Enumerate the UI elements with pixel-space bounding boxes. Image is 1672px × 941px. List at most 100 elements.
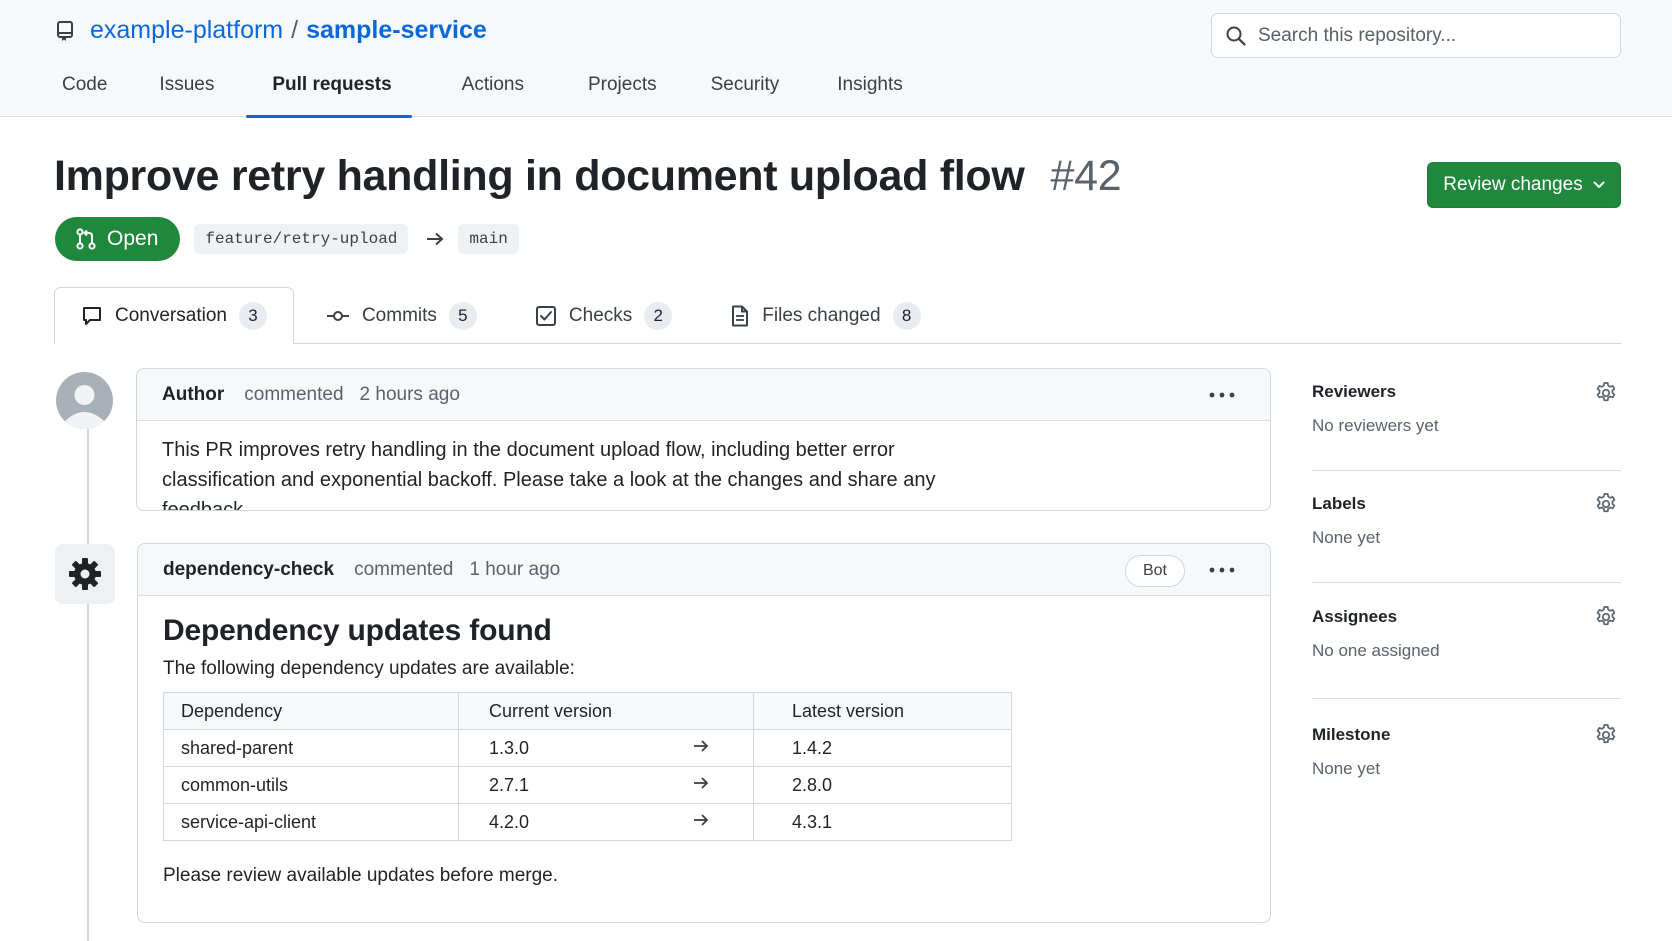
sidebar-section-title: Labels	[1312, 494, 1366, 513]
pr-sidebar: Reviewers No reviewers yet Labels None y…	[1312, 372, 1621, 779]
chevron-down-icon	[1593, 181, 1605, 189]
current-version: 1.3.0	[458, 729, 754, 767]
tab-conversation-label: Conversation	[115, 305, 227, 326]
arrow-right-icon	[426, 232, 444, 246]
pr-tabs: Conversation 3 Commits 5 Checks 2 Files …	[54, 287, 1621, 345]
comment-author: Author commented 2 hours ago This PR imp…	[136, 368, 1271, 511]
sidebar-section-value: No reviewers yet	[1312, 416, 1439, 435]
sidebar-section-value: No one assigned	[1312, 641, 1440, 660]
search-input[interactable]	[1258, 24, 1598, 47]
file-icon	[732, 305, 749, 326]
tab-checks-label: Checks	[568, 304, 633, 326]
latest-version: 1.4.2	[753, 729, 1012, 767]
comment-action: commented	[354, 558, 454, 580]
repo-name-link[interactable]: sample-service	[306, 16, 487, 45]
gear-icon	[69, 558, 101, 590]
sidebar-section-value: None yet	[1312, 528, 1381, 547]
table-row: service-api-client 4.2.0 4.3.1	[163, 803, 1012, 841]
table-header: Dependency	[163, 692, 459, 730]
comment-icon	[83, 307, 101, 325]
repo-breadcrumb: example-platform / sample-service	[56, 16, 487, 45]
pr-number: #42	[1050, 152, 1122, 200]
user-avatar-icon	[56, 372, 113, 429]
tab-conversation-count: 3	[238, 302, 267, 330]
comment-body: This PR improves retry handling in the d…	[162, 439, 936, 511]
gear-icon[interactable]	[1594, 723, 1618, 747]
sidebar-section-value: None yet	[1312, 759, 1381, 778]
arrow-right-icon	[693, 739, 709, 753]
more-options-icon[interactable]	[1208, 558, 1236, 582]
base-branch[interactable]: main	[458, 224, 519, 254]
git-pull-request-icon	[76, 228, 96, 250]
bot-avatar[interactable]	[55, 544, 115, 604]
repo-owner-link[interactable]: example-platform	[90, 16, 283, 45]
comment-header: Author commented 2 hours ago	[137, 369, 1270, 421]
sidebar-section-title: Assignees	[1312, 607, 1398, 626]
checklist-icon	[535, 305, 556, 326]
commit-icon	[326, 310, 349, 321]
current-version: 4.2.0	[458, 803, 754, 841]
repo-search[interactable]	[1211, 13, 1621, 58]
sidebar-section-title: Reviewers	[1312, 382, 1397, 401]
comment-body: Dependency updates found The following d…	[138, 596, 1270, 905]
repo-header: example-platform / sample-service Code I…	[0, 0, 1672, 118]
repo-icon	[56, 20, 78, 42]
table-row: common-utils 2.7.1 2.8.0	[163, 766, 1012, 804]
sidebar-section-title: Milestone	[1312, 725, 1391, 744]
tab-files-changed-label: Files changed	[762, 304, 881, 326]
more-options-icon[interactable]	[1208, 383, 1236, 407]
nav-tab-code[interactable]: Code	[40, 66, 129, 117]
dependency-name: service-api-client	[163, 803, 459, 841]
dependency-name: shared-parent	[163, 729, 459, 767]
dependency-table: Dependency Current version Latest versio…	[163, 692, 1012, 841]
table-header: Latest version	[753, 692, 1012, 730]
gear-icon[interactable]	[1594, 381, 1618, 405]
tab-commits-label: Commits	[361, 304, 437, 326]
nav-tab-actions[interactable]: Actions	[422, 66, 546, 117]
tab-checks[interactable]: Checks 2	[503, 287, 698, 344]
sidebar-milestone: Milestone None yet	[1312, 699, 1621, 779]
arrow-right-icon	[693, 813, 709, 827]
comment-outro: Please review available updates before m…	[163, 865, 559, 886]
tab-checks-count: 2	[644, 301, 673, 330]
gear-icon[interactable]	[1594, 492, 1618, 516]
tab-conversation[interactable]: Conversation 3	[54, 287, 294, 345]
comment-timestamp[interactable]: 1 hour ago	[469, 559, 560, 581]
comment-header: dependency-check commented 1 hour ago Bo…	[138, 544, 1270, 596]
comment-timestamp[interactable]: 2 hours ago	[360, 384, 460, 406]
arrow-right-icon	[693, 776, 709, 790]
head-branch[interactable]: feature/retry-upload	[194, 224, 409, 254]
comment-author-name[interactable]: dependency-check	[163, 559, 334, 581]
comment-author-name[interactable]: Author	[162, 384, 224, 406]
review-changes-button[interactable]: Review changes	[1427, 162, 1621, 208]
current-version-text: 1.3.0	[489, 737, 530, 758]
timeline-line	[87, 420, 89, 941]
nav-tab-security[interactable]: Security	[679, 66, 802, 117]
current-version-text: 4.2.0	[489, 811, 530, 832]
current-version: 2.7.1	[458, 766, 754, 804]
author-avatar[interactable]	[56, 372, 113, 429]
search-icon	[1226, 26, 1246, 46]
nav-tab-insights[interactable]: Insights	[801, 66, 924, 117]
pr-title-text: Improve retry handling in document uploa…	[54, 152, 1025, 200]
tab-commits-count: 5	[448, 301, 477, 330]
pr-title: Improve retry handling in document uploa…	[54, 152, 1122, 201]
tab-commits[interactable]: Commits 5	[294, 287, 503, 344]
comment-intro: The following dependency updates are ava…	[163, 658, 575, 679]
gear-icon[interactable]	[1594, 605, 1618, 629]
pr-state-label: Open	[107, 227, 159, 250]
sidebar-reviewers: Reviewers No reviewers yet	[1312, 372, 1621, 471]
table-row: shared-parent 1.3.0 1.4.2	[163, 729, 1012, 767]
comment-action: commented	[244, 383, 344, 405]
latest-version: 4.3.1	[753, 803, 1012, 841]
tab-files-changed-count: 8	[892, 301, 921, 330]
nav-tab-projects[interactable]: Projects	[546, 66, 679, 117]
pr-state-badge: Open	[55, 217, 181, 261]
repo-separator: /	[291, 16, 299, 44]
bot-badge: Bot	[1124, 555, 1185, 587]
sidebar-labels: Labels None yet	[1312, 471, 1621, 583]
nav-tab-pull-requests[interactable]: Pull requests	[236, 66, 421, 118]
tab-files-changed[interactable]: Files changed 8	[698, 287, 946, 344]
nav-tab-issues[interactable]: Issues	[129, 66, 236, 117]
review-changes-label: Review changes	[1443, 174, 1583, 195]
